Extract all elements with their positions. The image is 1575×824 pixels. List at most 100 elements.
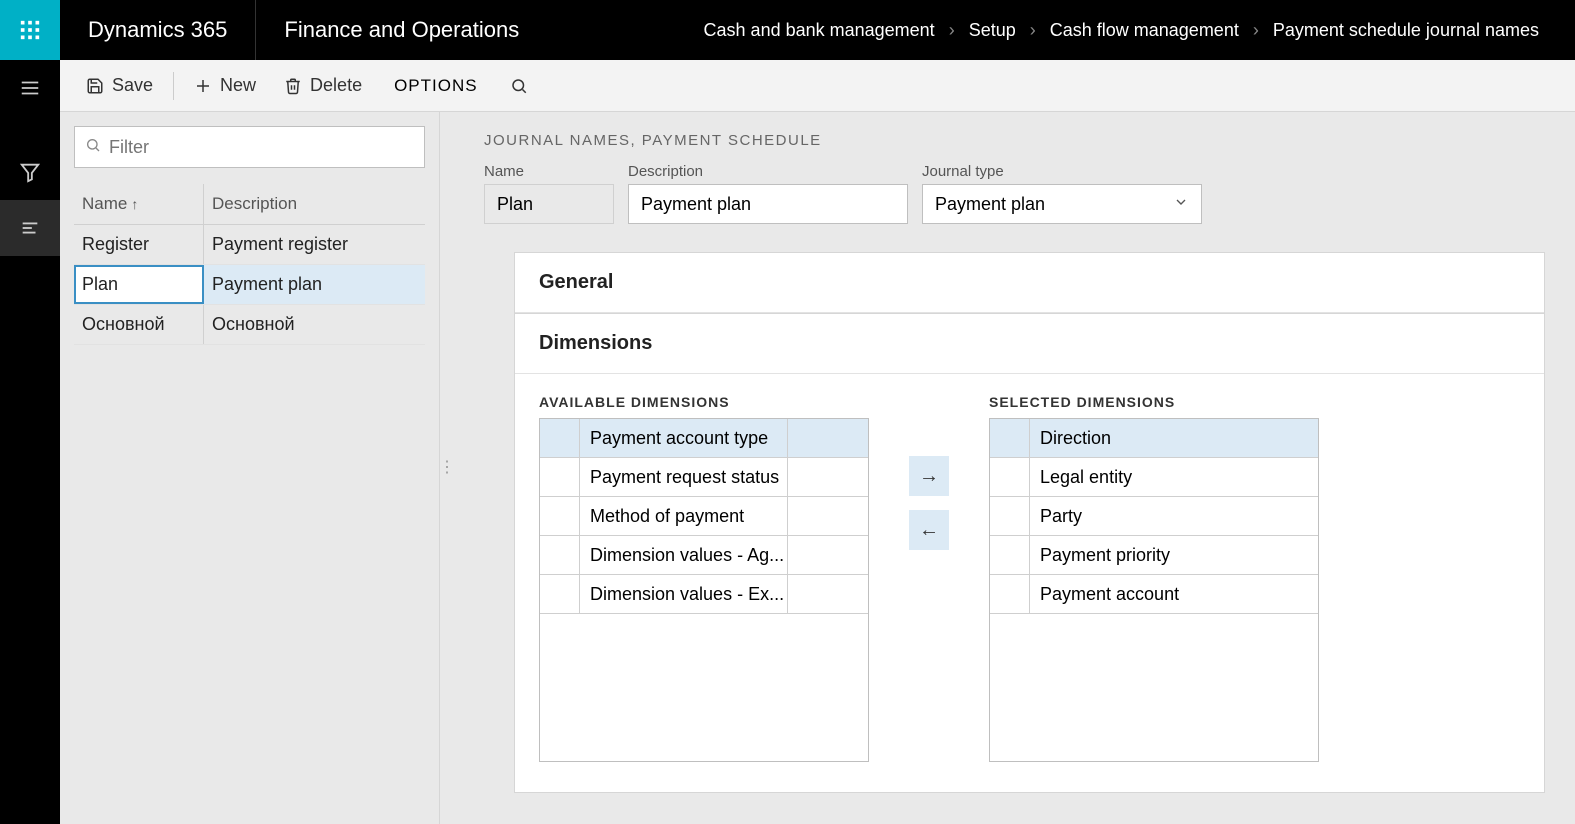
selected-dims-title: SELECTED DIMENSIONS xyxy=(989,394,1319,410)
list-item-label: Legal entity xyxy=(1030,458,1318,496)
row-desc: Payment register xyxy=(204,225,425,264)
splitter-handle[interactable]: ⋮ xyxy=(440,112,454,824)
chevron-right-icon: › xyxy=(1253,20,1259,41)
breadcrumb-item[interactable]: Cash and bank management xyxy=(704,20,935,41)
list-icon xyxy=(19,217,41,239)
filter-box[interactable] xyxy=(74,126,425,168)
fasttab-general-header[interactable]: General xyxy=(515,253,1544,313)
page-title: JOURNAL NAMES, PAYMENT SCHEDULE xyxy=(484,132,1545,149)
list-item[interactable]: Payment priority xyxy=(990,536,1318,575)
breadcrumb-item[interactable]: Setup xyxy=(969,20,1016,41)
list-item-label: Payment account type xyxy=(580,419,788,457)
row-selector[interactable] xyxy=(990,536,1030,574)
chevron-right-icon: › xyxy=(1030,20,1036,41)
selected-dims-list[interactable]: DirectionLegal entityPartyPayment priori… xyxy=(989,418,1319,762)
app-launcher-button[interactable] xyxy=(0,0,60,60)
fasttab-dimensions: Dimensions AVAILABLE DIMENSIONS Payment … xyxy=(514,314,1545,793)
list-item-label: Payment request status xyxy=(580,458,788,496)
breadcrumb-item[interactable]: Payment schedule journal names xyxy=(1273,20,1539,41)
available-dims-title: AVAILABLE DIMENSIONS xyxy=(539,394,869,410)
grid-header: Name↑ Description xyxy=(74,184,425,225)
table-row[interactable]: PlanPayment plan xyxy=(74,265,425,305)
name-label: Name xyxy=(484,163,614,180)
row-selector[interactable] xyxy=(540,419,580,457)
plus-icon xyxy=(194,77,212,95)
row-name: Plan xyxy=(74,265,204,304)
search-button[interactable] xyxy=(498,73,540,99)
list-item[interactable]: Legal entity xyxy=(990,458,1318,497)
row-selector[interactable] xyxy=(990,458,1030,496)
new-button[interactable]: New xyxy=(182,71,268,100)
nav-list-button[interactable] xyxy=(0,200,60,256)
list-item-label: Dimension values - Ag... xyxy=(580,536,788,574)
desc-field[interactable]: Payment plan xyxy=(628,184,908,224)
list-item[interactable]: Payment account type xyxy=(540,419,868,458)
separator xyxy=(173,72,174,100)
funnel-icon xyxy=(19,161,41,183)
list-item-label: Direction xyxy=(1030,419,1318,457)
trash-icon xyxy=(284,77,302,95)
waffle-icon xyxy=(19,19,41,41)
delete-button[interactable]: Delete xyxy=(272,71,374,100)
move-left-button[interactable]: ← xyxy=(909,510,949,550)
table-row[interactable]: RegisterPayment register xyxy=(74,225,425,265)
list-item[interactable]: Payment request status xyxy=(540,458,868,497)
new-label: New xyxy=(220,75,256,96)
left-rail xyxy=(0,60,60,824)
detail-pane: JOURNAL NAMES, PAYMENT SCHEDULE Name Pla… xyxy=(454,112,1575,824)
app-title: Finance and Operations xyxy=(256,17,547,43)
search-icon xyxy=(510,77,528,95)
nav-filter-button[interactable] xyxy=(0,144,60,200)
row-selector[interactable] xyxy=(540,575,580,613)
list-item[interactable]: Method of payment xyxy=(540,497,868,536)
list-item[interactable]: Dimension values - Ex... xyxy=(540,575,868,614)
col-header-name[interactable]: Name↑ xyxy=(74,184,204,224)
row-desc: Основной xyxy=(204,305,425,344)
type-label: Journal type xyxy=(922,163,1202,180)
grid-body: RegisterPayment registerPlanPayment plan… xyxy=(74,225,425,345)
row-selector[interactable] xyxy=(990,419,1030,457)
fasttab-dimensions-header[interactable]: Dimensions xyxy=(515,314,1544,374)
list-item-label: Payment account xyxy=(1030,575,1318,613)
table-row[interactable]: ОсновнойОсновной xyxy=(74,305,425,345)
row-selector[interactable] xyxy=(540,497,580,535)
type-value: Payment plan xyxy=(935,194,1045,215)
list-item-label: Payment priority xyxy=(1030,536,1318,574)
row-name: Основной xyxy=(74,305,204,344)
name-field: Plan xyxy=(484,184,614,224)
save-icon xyxy=(86,77,104,95)
brand-label[interactable]: Dynamics 365 xyxy=(60,0,256,60)
nav-hamburger-button[interactable] xyxy=(0,60,60,116)
arrow-right-icon: → xyxy=(919,465,939,488)
filter-input[interactable] xyxy=(109,137,414,158)
list-item[interactable]: Direction xyxy=(990,419,1318,458)
list-item-label: Party xyxy=(1030,497,1318,535)
journal-type-select[interactable]: Payment plan xyxy=(922,184,1202,224)
row-desc: Payment plan xyxy=(204,265,425,304)
breadcrumb-item[interactable]: Cash flow management xyxy=(1050,20,1239,41)
move-right-button[interactable]: → xyxy=(909,456,949,496)
row-selector[interactable] xyxy=(540,536,580,574)
header-fields: Name Plan Description Payment plan Journ… xyxy=(484,163,1545,224)
list-item[interactable]: Payment account xyxy=(990,575,1318,614)
row-selector[interactable] xyxy=(990,497,1030,535)
chevron-down-icon xyxy=(1173,194,1189,215)
sort-asc-icon: ↑ xyxy=(131,196,138,212)
list-item-label: Dimension values - Ex... xyxy=(580,575,788,613)
list-item-label: Method of payment xyxy=(580,497,788,535)
list-item[interactable]: Party xyxy=(990,497,1318,536)
row-selector[interactable] xyxy=(540,458,580,496)
options-button[interactable]: OPTIONS xyxy=(378,72,494,100)
desc-label: Description xyxy=(628,163,908,180)
delete-label: Delete xyxy=(310,75,362,96)
save-button[interactable]: Save xyxy=(74,71,165,100)
top-bar: Dynamics 365 Finance and Operations Cash… xyxy=(0,0,1575,60)
row-selector[interactable] xyxy=(990,575,1030,613)
fasttab-general: General xyxy=(514,252,1545,314)
list-item[interactable]: Dimension values - Ag... xyxy=(540,536,868,575)
available-dims-list[interactable]: Payment account typePayment request stat… xyxy=(539,418,869,762)
arrow-left-icon: ← xyxy=(919,519,939,542)
save-label: Save xyxy=(112,75,153,96)
chevron-right-icon: › xyxy=(949,20,955,41)
col-header-desc[interactable]: Description xyxy=(204,184,425,224)
